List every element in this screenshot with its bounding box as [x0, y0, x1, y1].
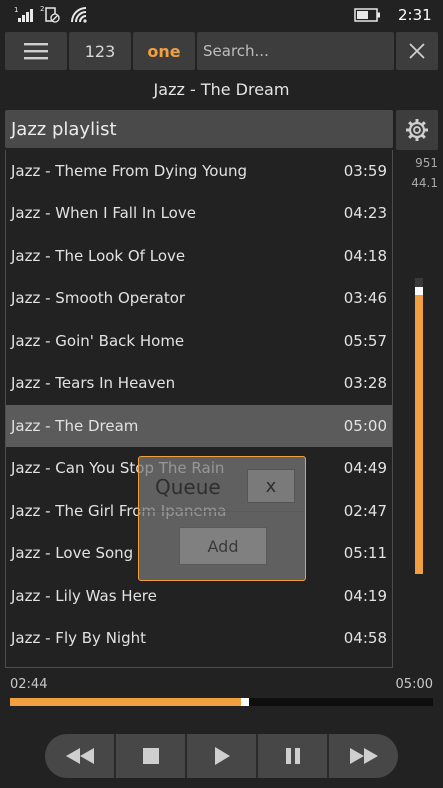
playlist-header[interactable]: Jazz playlist [5, 110, 393, 148]
status-bar: 1 2 2:31 [0, 0, 443, 30]
track-title: Jazz - Love Song [11, 544, 134, 562]
queue-title: Queue [155, 475, 221, 499]
track-row[interactable]: Jazz - Smooth Operator 03:46 [6, 277, 392, 319]
sim1-label: 1 [14, 6, 18, 14]
menu-button[interactable] [5, 32, 67, 70]
rewind-button[interactable] [45, 734, 116, 778]
seek-knob[interactable] [241, 698, 249, 706]
battery-icon [354, 8, 380, 22]
search-input[interactable] [203, 42, 394, 60]
track-title: Jazz - When I Fall In Love [11, 204, 196, 222]
queue-close-button[interactable]: x [247, 469, 295, 503]
bitrate-label: 951 [415, 156, 438, 170]
queue-add-button[interactable]: Add [179, 527, 267, 565]
track-duration: 02:47 [343, 501, 387, 520]
one-button[interactable]: one [133, 32, 195, 70]
track-row[interactable]: Jazz - When I Fall In Love 04:23 [6, 192, 392, 234]
track-row[interactable]: Jazz - Tears In Heaven 03:28 [6, 362, 392, 404]
track-title: Jazz - The Look Of Love [11, 246, 186, 265]
gear-icon [406, 119, 428, 141]
track-duration: 05:11 [343, 544, 387, 562]
clock: 2:31 [398, 6, 432, 24]
play-button[interactable] [187, 734, 258, 778]
now-playing-title: Jazz - The Dream [153, 80, 290, 99]
track-duration: 03:28 [343, 374, 387, 392]
search-box[interactable] [197, 32, 394, 70]
queue-divider [139, 511, 305, 512]
sim2-label: 2 [40, 5, 44, 13]
transport-controls [45, 734, 398, 778]
volume-knob[interactable] [415, 287, 423, 295]
playlist-title: Jazz playlist [11, 118, 117, 140]
track-duration: 03:46 [343, 289, 387, 307]
track-duration: 05:57 [343, 331, 387, 350]
volume-slider[interactable] [415, 278, 423, 574]
seek-bar[interactable] [10, 698, 433, 706]
stop-icon [142, 748, 159, 764]
sim2-no-signal-icon: 2 [40, 5, 60, 23]
play-icon [214, 747, 230, 765]
rewind-icon [65, 748, 94, 764]
numbers-button[interactable]: 123 [69, 32, 131, 70]
track-title: Jazz - The Dream [11, 416, 139, 435]
fast-forward-icon [349, 748, 378, 764]
track-duration: 03:59 [343, 161, 387, 180]
elapsed-time: 02:44 [10, 677, 48, 692]
stop-button[interactable] [116, 734, 187, 778]
track-row[interactable]: Jazz - Theme From Dying Young 03:59 [6, 150, 392, 192]
track-row[interactable]: Jazz - Fly By Night 04:58 [6, 617, 392, 659]
pause-button[interactable] [258, 734, 329, 778]
hamburger-icon [24, 43, 48, 60]
fast-forward-button[interactable] [329, 734, 398, 778]
total-time: 05:00 [395, 677, 433, 692]
track-title: Jazz - Theme From Dying Young [11, 161, 248, 180]
playlist-list[interactable]: Jazz - Theme From Dying Young 03:59 Jazz -… [5, 150, 393, 668]
track-title: Jazz - Goin' Back Home [11, 331, 185, 350]
track-duration: 04:19 [343, 586, 387, 605]
track-duration: 04:23 [343, 204, 387, 222]
track-title: Jazz - Lily Was Here [11, 586, 157, 605]
track-title: Jazz - Fly By Night [11, 629, 146, 647]
signal-icon: 1 [14, 6, 33, 22]
volume-fill [415, 287, 423, 574]
settings-button[interactable] [396, 110, 438, 150]
queue-popup: Queue x Add [138, 456, 306, 581]
samplerate-label: 44.1 [411, 176, 438, 190]
seek-fill [10, 698, 247, 706]
track-row[interactable]: Jazz - The Dream 05:00 [6, 404, 392, 447]
track-duration: 04:58 [343, 629, 387, 647]
track-duration: 04:49 [343, 459, 387, 477]
wifi-icon [71, 7, 87, 23]
close-search-button[interactable] [396, 32, 438, 70]
pause-icon [285, 748, 300, 764]
track-title: Jazz - Tears In Heaven [11, 374, 176, 392]
track-row[interactable]: Jazz - The Look Of Love 04:18 [6, 235, 392, 277]
close-icon [409, 43, 425, 59]
track-duration: 05:00 [343, 416, 387, 435]
track-title: Jazz - Smooth Operator [11, 289, 186, 307]
track-duration: 04:18 [343, 246, 387, 265]
track-row[interactable]: Jazz - Goin' Back Home 05:57 [6, 320, 392, 362]
